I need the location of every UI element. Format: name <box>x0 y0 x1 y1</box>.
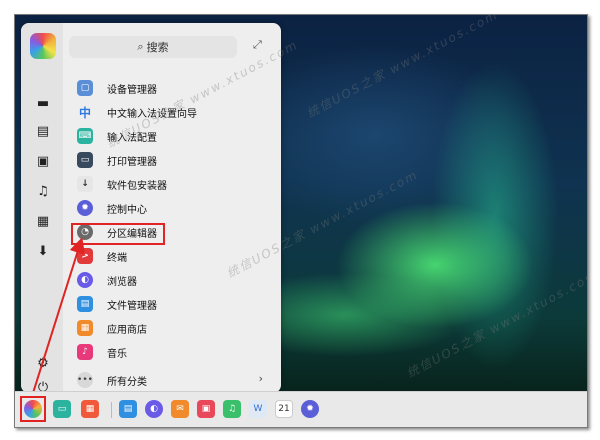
terminal-icon: > <box>77 248 93 264</box>
all-categories-button[interactable]: ••• 所有分类 › <box>77 371 267 389</box>
taskbar-separator <box>111 402 112 418</box>
app-item-print-manager[interactable]: ▭ 打印管理器 <box>77 149 267 171</box>
music-icon[interactable]: ♫ <box>223 400 241 418</box>
file-manager-icon: ▤ <box>77 296 93 312</box>
desktop-show-icon[interactable]: ▦ <box>81 400 99 418</box>
file-manager-icon[interactable]: ▤ <box>119 400 137 418</box>
more-icon: ••• <box>77 372 93 388</box>
app-label: 打印管理器 <box>107 156 157 168</box>
printer-icon: ▭ <box>77 152 93 168</box>
app-label: 音乐 <box>107 348 127 360</box>
fullscreen-toggle-icon[interactable]: ⤢ <box>253 38 262 52</box>
app-store-icon: ▦ <box>77 320 93 336</box>
package-installer-icon: ↓ <box>77 176 93 192</box>
partition-editor-highlight-box <box>71 223 165 245</box>
search-input[interactable]: ⌕ 搜索 <box>69 36 237 58</box>
app-item-control-center[interactable]: ✹ 控制中心 <box>77 197 267 219</box>
videos-icon[interactable]: ▦ <box>33 211 53 231</box>
user-avatar[interactable] <box>30 33 56 59</box>
documents-icon[interactable]: ▤ <box>33 121 53 141</box>
browser-icon: ◐ <box>77 272 93 288</box>
input-method-config-icon: ⌨ <box>77 128 93 144</box>
app-label: 文件管理器 <box>107 300 157 312</box>
app-item-package-installer[interactable]: ↓ 软件包安装器 <box>77 173 267 195</box>
chinese-input-icon: 中 <box>78 105 91 120</box>
downloads-icon[interactable]: ⬇ <box>33 241 53 261</box>
control-center-icon[interactable]: ✹ <box>301 400 319 418</box>
app-item-music[interactable]: ♪ 音乐 <box>77 341 267 363</box>
control-center-icon: ✹ <box>77 200 93 216</box>
computer-icon[interactable]: ▬ <box>33 93 53 113</box>
search-icon: ⌕ <box>137 40 144 53</box>
launcher-sidebar: ▬ ▤ ▣ ♫ ▦ ⬇ ⚙ ⏻ <box>21 23 63 393</box>
app-label: 设备管理器 <box>107 84 157 96</box>
browser-icon[interactable]: ◐ <box>145 400 163 418</box>
music-folder-icon[interactable]: ♫ <box>33 181 53 201</box>
app-label: 控制中心 <box>107 204 147 216</box>
app-label: 软件包安装器 <box>107 180 167 192</box>
photos-icon[interactable]: ▣ <box>197 400 215 418</box>
launcher-icon[interactable] <box>24 400 42 418</box>
mail-icon[interactable]: ✉ <box>171 400 189 418</box>
calendar-icon[interactable]: 21 <box>275 400 293 418</box>
settings-icon[interactable]: ⚙ <box>33 353 53 373</box>
device-manager-icon: ▢ <box>77 80 93 96</box>
multitask-view-icon[interactable]: ▭ <box>53 400 71 418</box>
app-label: 应用商店 <box>107 324 147 336</box>
screenshot-frame: ▬ ▤ ▣ ♫ ▦ ⬇ ⚙ ⏻ ⌕ 搜索 ⤢ ▢ 设备管理器 中 中文输入法设置… <box>14 14 588 428</box>
taskbar: ▭ ▦ ▤ ◐ ✉ ▣ ♫ W 21 ✹ <box>15 391 587 427</box>
app-item-app-store[interactable]: ▦ 应用商店 <box>77 317 267 339</box>
pictures-icon[interactable]: ▣ <box>33 151 53 171</box>
chevron-right-icon: › <box>258 372 263 385</box>
search-label: 搜索 <box>146 41 169 54</box>
music-icon: ♪ <box>77 344 93 360</box>
all-categories-label: 所有分类 <box>107 376 147 388</box>
app-label: 浏览器 <box>107 276 137 288</box>
calendar-day: 21 <box>278 404 290 414</box>
app-label: 终端 <box>107 252 127 264</box>
document-viewer-icon[interactable]: W <box>249 400 267 418</box>
app-item-file-manager[interactable]: ▤ 文件管理器 <box>77 293 267 315</box>
